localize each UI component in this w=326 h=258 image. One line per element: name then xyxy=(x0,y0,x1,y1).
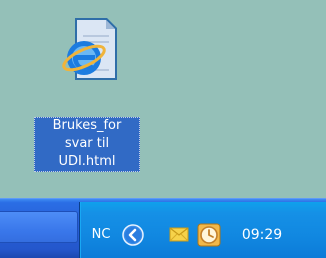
file-name-line-1: Brukes_for xyxy=(52,118,122,133)
chevron-left-icon[interactable] xyxy=(122,224,144,246)
file-name-line-3: UDI.html xyxy=(58,154,116,169)
envelope-icon[interactable] xyxy=(168,224,190,244)
html-file-icon[interactable] xyxy=(53,14,123,84)
clock-time[interactable]: 09:29 xyxy=(232,224,292,246)
file-name-line-2: svar til xyxy=(64,136,110,151)
taskbar-button[interactable] xyxy=(0,211,78,243)
file-name-label[interactable]: Brukes_for svar til UDI.html xyxy=(34,117,140,172)
language-indicator[interactable]: NC xyxy=(86,225,116,245)
desktop: Brukes_for svar til UDI.html xyxy=(0,0,326,198)
clock-icon[interactable] xyxy=(196,222,222,248)
